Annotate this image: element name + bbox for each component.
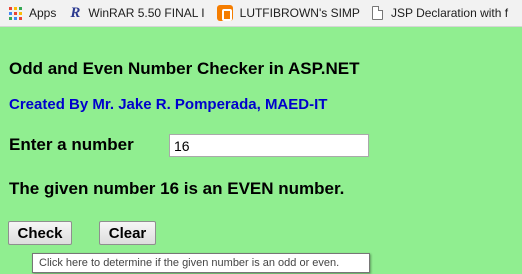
apps-dot [14,16,17,20]
apps-dot [9,6,12,10]
apps-grid-icon [9,6,22,20]
apps-dot [19,16,22,20]
result-message: The given number 16 is an EVEN number. [9,179,345,198]
apps-dot [19,6,22,10]
bookmark-apps[interactable]: Apps [9,0,57,26]
bookmark-label: JSP Declaration with f [390,6,509,20]
apps-dot [14,6,17,10]
blogger-icon [216,5,233,21]
winrar-r-icon: R [70,4,81,21]
apps-dot [9,11,12,15]
apps-dot [9,16,12,20]
bookmark-label: Apps [29,6,57,20]
bookmarks-bar: Apps R WinRAR 5.50 FINAL I LUTFIBROWN's … [0,0,522,27]
bookmark-lutfibrown[interactable]: LUTFIBROWN's SIMP [216,0,360,26]
check-button[interactable]: Check [8,221,72,245]
bookmark-winrar[interactable]: R WinRAR 5.50 FINAL I [70,0,205,26]
check-button-tooltip: Click here to determine if the given num… [32,253,370,273]
bookmark-label: WinRAR 5.50 FINAL I [88,6,205,20]
page-title: Odd and Even Number Checker in ASP.NET [9,59,360,78]
apps-dot [14,11,17,15]
bookmark-jsp-declaration[interactable]: JSP Declaration with f [371,0,509,26]
number-input[interactable] [169,134,369,157]
clear-button[interactable]: Clear [99,221,156,245]
bookmark-label: LUTFIBROWN's SIMP [239,6,360,20]
number-input-label: Enter a number [9,135,134,154]
page-icon [371,6,383,20]
apps-dot [19,11,22,15]
author-byline: Created By Mr. Jake R. Pomperada, MAED-I… [9,96,328,113]
